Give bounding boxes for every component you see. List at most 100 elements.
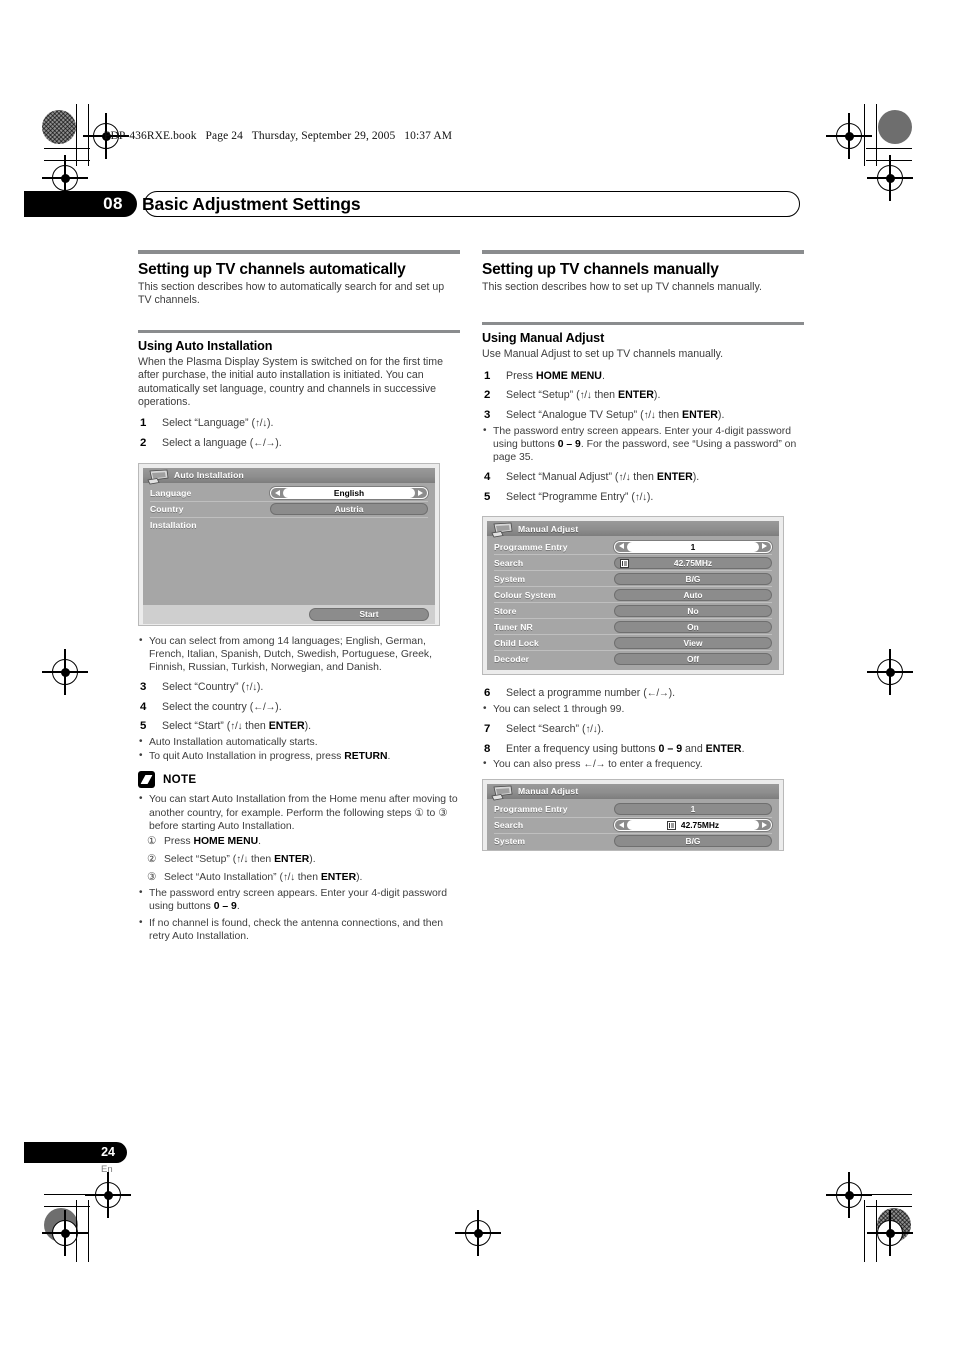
osd-row-control[interactable]: 1 xyxy=(614,540,772,553)
chevron-left-icon[interactable] xyxy=(619,543,624,550)
note-label: NOTE xyxy=(163,773,197,787)
frequency-meter-icon xyxy=(620,558,629,568)
step8-bullet-list: You can also press ←/→ to enter a freque… xyxy=(482,757,804,771)
right-section-lede: This section describes how to set up TV … xyxy=(482,281,762,293)
book-file-strip: PDP-436RXE.book Page 24 Thursday, Septem… xyxy=(104,130,458,142)
osd-row-store[interactable]: Store No xyxy=(494,603,772,620)
osd-row-control[interactable]: No xyxy=(614,604,772,617)
step-item: 2 Select “Setup” (↑/↓ then ENTER). xyxy=(484,389,661,402)
osd-row-control[interactable]: Austria xyxy=(270,503,428,516)
step-number: 4 xyxy=(140,700,147,713)
osd-value-pill[interactable]: Off xyxy=(614,652,772,665)
step-number: 6 xyxy=(484,687,491,700)
pencil-note-icon xyxy=(138,771,155,789)
osd-value-pill[interactable]: On xyxy=(614,620,772,633)
osd-row-label: System xyxy=(494,836,526,847)
section-rule-top xyxy=(138,250,460,254)
osd-value-pill[interactable]: 42.75MHz xyxy=(614,819,772,832)
osd-row-list: Programme Entry 1 Search 42.75MHz System… xyxy=(487,536,779,671)
osd-row-child-lock[interactable]: Child Lock View xyxy=(494,635,772,652)
osd-row-control[interactable]: 42.75MHz xyxy=(614,556,772,569)
osd-row-control[interactable]: B/G xyxy=(614,835,772,848)
right-column: Setting up TV channels manually This sec… xyxy=(482,250,804,851)
solid-dot-top-right xyxy=(878,110,912,144)
chevron-right-icon[interactable] xyxy=(762,821,767,828)
osd-row-control[interactable]: View xyxy=(614,636,772,649)
auto-install-steps-1-2: 1 Select “Language” (↑/↓). 2 Select a langu… xyxy=(138,417,460,450)
osd-value-pill[interactable]: 1 xyxy=(614,540,772,553)
osd-value-pill[interactable]: 1 xyxy=(614,803,772,816)
tv-setup-icon xyxy=(491,785,513,801)
osd-row-control[interactable]: Auto xyxy=(614,588,772,601)
step-item: 5 Select “Start” (↑/↓ then ENTER). xyxy=(140,720,312,733)
osd-row-label: Child Lock xyxy=(494,637,539,648)
registration-mark-mid-left xyxy=(42,649,88,695)
osd-row-programme-entry[interactable]: Programme Entry 1 xyxy=(494,539,772,556)
osd-row-label: Programme Entry xyxy=(494,541,568,552)
left-section-title: Setting up TV channels automatically xyxy=(138,261,406,278)
step-number: 4 xyxy=(484,471,491,484)
tv-setup-icon xyxy=(491,522,513,538)
step-item: 6 Select a programme number (←/→). xyxy=(484,687,676,700)
step3-bullet-list: The password entry screen appears. Enter… xyxy=(482,424,804,465)
step-number: 5 xyxy=(484,490,491,503)
osd-value-pill[interactable]: 42.75MHz xyxy=(614,556,772,569)
osd-row-installation[interactable]: Installation xyxy=(150,518,428,533)
osd-value-pill[interactable]: Austria xyxy=(270,503,428,516)
osd-row-control[interactable]: English xyxy=(270,487,428,500)
left-section-lede: This section describes how to automatica… xyxy=(138,281,445,307)
osd-row-colour-system[interactable]: Colour System Auto xyxy=(494,587,772,604)
chevron-left-icon[interactable] xyxy=(619,821,624,828)
bullet-item: Auto Installation automatically starts. xyxy=(138,735,460,749)
page-language-code: En xyxy=(101,1164,113,1175)
right-subsection-title: Using Manual Adjust xyxy=(482,331,605,346)
step-number: 5 xyxy=(140,720,147,733)
registration-mark-top-right-a xyxy=(826,113,872,159)
osd-row-control[interactable]: Off xyxy=(614,652,772,665)
osd-row-decoder[interactable]: Decoder Off xyxy=(494,651,772,666)
note-circled-sub-bullet-list: The password entry screen appears. Enter… xyxy=(138,886,460,913)
step-number: 3 xyxy=(484,409,491,421)
circled-step-marker: ① xyxy=(147,836,157,848)
osd-value-pill[interactable]: English xyxy=(270,487,428,500)
osd-row-label: Decoder xyxy=(494,653,530,664)
osd-value-pill[interactable]: B/G xyxy=(614,572,772,585)
step5-bullets: Auto Installation automatically starts.T… xyxy=(138,735,460,763)
osd-row-label: Programme Entry xyxy=(494,804,568,815)
osd-row-programme-entry[interactable]: Programme Entry 1 xyxy=(494,802,772,818)
page-title: Basic Adjustment Settings xyxy=(142,194,361,214)
circled-step-marker: ③ xyxy=(147,872,157,884)
circled-step-item: ③ Select “Auto Installation” (↑/↓ then EN… xyxy=(147,872,363,884)
osd-start-button[interactable]: Start xyxy=(309,607,429,621)
osd-row-control[interactable]: 1 xyxy=(614,803,772,816)
osd-row-language[interactable]: Language English xyxy=(150,486,428,502)
osd-row-system[interactable]: System B/G xyxy=(494,571,772,588)
manual-adjust-steps-7-8: 7 Select “Search” (↑/↓). 8 Enter a frequenc… xyxy=(482,723,804,756)
osd-row-search[interactable]: Search 42.75MHz xyxy=(494,818,772,834)
step-number: 1 xyxy=(140,417,147,430)
chevron-right-icon[interactable] xyxy=(418,489,423,496)
osd-title-text: Manual Adjust xyxy=(518,523,579,534)
osd-value-pill[interactable]: Auto xyxy=(614,588,772,601)
osd-row-control[interactable]: 42.75MHz xyxy=(614,819,772,832)
step-number: 2 xyxy=(484,389,491,402)
osd-row-system[interactable]: System B/G xyxy=(494,834,772,849)
osd-row-search[interactable]: Search 42.75MHz xyxy=(494,555,772,572)
osd-value-text: English xyxy=(283,488,415,499)
osd-value-pill[interactable]: No xyxy=(614,604,772,617)
chevron-right-icon[interactable] xyxy=(762,543,767,550)
step-item: 1 Press HOME MENU. xyxy=(484,369,605,382)
step-item: 2 Select a language (←/→). xyxy=(140,437,282,450)
subsection-rule xyxy=(482,322,804,326)
osd-row-tuner-nr[interactable]: Tuner NR On xyxy=(494,619,772,636)
osd-value-pill[interactable]: B/G xyxy=(614,835,772,848)
step6-bullet-item: You can select 1 through 99. xyxy=(482,702,804,716)
osd-row-country[interactable]: Country Austria xyxy=(150,502,428,518)
circled-step-marker: ② xyxy=(147,854,157,866)
osd-row-control[interactable]: On xyxy=(614,620,772,633)
registration-mark-bottom-center xyxy=(455,1210,501,1256)
manual-adjust-steps-4-5: 4 Select “Manual Adjust” (↑/↓ then ENTER)… xyxy=(482,471,804,504)
osd-row-control[interactable]: B/G xyxy=(614,572,772,585)
chevron-left-icon[interactable] xyxy=(275,489,280,496)
osd-value-pill[interactable]: View xyxy=(614,636,772,649)
